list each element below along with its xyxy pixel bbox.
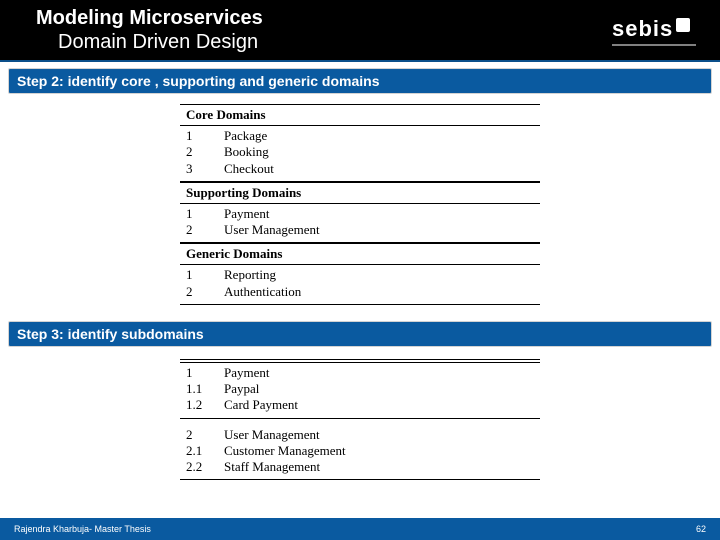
table-row: 1.1Paypal [180, 381, 540, 397]
row-label: Card Payment [224, 397, 534, 413]
row-label: Payment [224, 365, 534, 381]
table-row: 3Checkout [180, 161, 540, 177]
table-row: 1.2Card Payment [180, 397, 540, 413]
spacer [180, 419, 540, 427]
table-row: 2User Management [180, 222, 540, 238]
row-label: Reporting [224, 267, 534, 283]
row-num: 2 [186, 144, 224, 160]
svg-text:sebis: sebis [612, 16, 673, 41]
row-label: User Management [224, 222, 534, 238]
table-row: 2Booking [180, 144, 540, 160]
row-num: 2.2 [186, 459, 224, 475]
step3-figure: 1Payment 1.1Paypal 1.2Card Payment 2User… [0, 347, 720, 491]
sebis-logo: sebis [612, 12, 696, 50]
table-row: 2Authentication [180, 284, 540, 300]
table-row: 1Reporting [180, 267, 540, 283]
row-label: Payment [224, 206, 534, 222]
table-row: 1Payment [180, 365, 540, 381]
row-num: 1 [186, 206, 224, 222]
row-label: User Management [224, 427, 534, 443]
header-underline [0, 60, 720, 62]
table-separator [180, 264, 540, 265]
row-label: Booking [224, 144, 534, 160]
table-top-rule [180, 359, 540, 360]
table-row: 1Payment [180, 206, 540, 222]
table-group-title: Supporting Domains [180, 182, 540, 201]
table-tail [180, 304, 540, 305]
row-label: Package [224, 128, 534, 144]
slide-header: Modeling Microservices Domain Driven Des… [0, 0, 720, 62]
row-num: 2 [186, 284, 224, 300]
row-num: 1.1 [186, 381, 224, 397]
table-row: 2.1Customer Management [180, 443, 540, 459]
step3-table: 1Payment 1.1Paypal 1.2Card Payment 2User… [180, 357, 540, 481]
row-label: Checkout [224, 161, 534, 177]
table-row: 1Package [180, 128, 540, 144]
table-group-title: Core Domains [180, 104, 540, 123]
row-label: Paypal [224, 381, 534, 397]
step3-bar: Step 3: identify subdomains [8, 321, 712, 347]
step2-table: Core Domains 1Package 2Booking 3Checkout… [180, 104, 540, 305]
logo-icon: sebis [612, 12, 696, 50]
row-num: 1.2 [186, 397, 224, 413]
step3-label: Step 3: identify subdomains [17, 326, 204, 342]
row-num: 1 [186, 128, 224, 144]
table-group-title: Generic Domains [180, 243, 540, 262]
row-num: 3 [186, 161, 224, 177]
table-separator [180, 203, 540, 204]
step2-figure: Core Domains 1Package 2Booking 3Checkout… [0, 94, 720, 315]
row-label: Staff Management [224, 459, 534, 475]
step2-bar: Step 2: identify core , supporting and g… [8, 68, 712, 94]
row-label: Authentication [224, 284, 534, 300]
row-label: Customer Management [224, 443, 534, 459]
footer-author: Rajendra Kharbuja- Master Thesis [14, 524, 151, 534]
row-num: 2 [186, 222, 224, 238]
row-num: 1 [186, 365, 224, 381]
table-tail [180, 479, 540, 480]
footer-page-number: 62 [696, 524, 706, 534]
step2-label: Step 2: identify core , supporting and g… [17, 73, 380, 89]
table-row: 2.2Staff Management [180, 459, 540, 475]
table-separator [180, 125, 540, 126]
slide-footer: Rajendra Kharbuja- Master Thesis 62 [0, 518, 720, 540]
table-separator [180, 362, 540, 363]
row-num: 1 [186, 267, 224, 283]
row-num: 2 [186, 427, 224, 443]
table-row: 2User Management [180, 427, 540, 443]
row-num: 2.1 [186, 443, 224, 459]
